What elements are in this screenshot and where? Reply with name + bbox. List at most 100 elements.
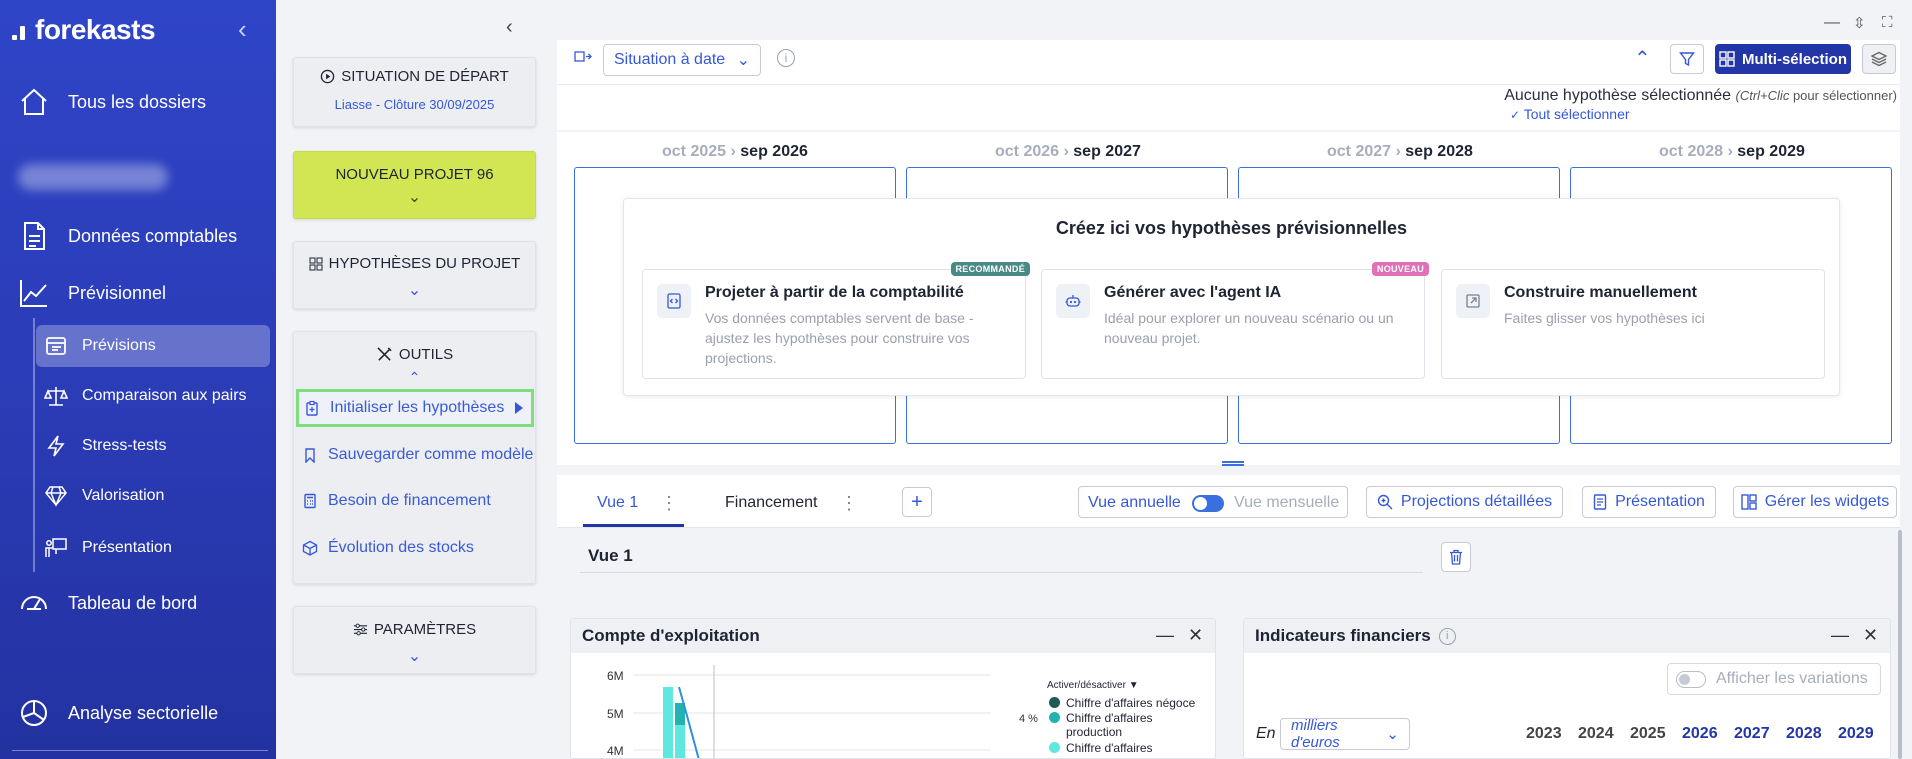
nav-sub-stress-tests[interactable]: Stress-tests <box>36 425 270 467</box>
recommended-badge: RECOMMANDÉ <box>950 262 1030 276</box>
minimize-icon[interactable]: — <box>1824 14 1840 32</box>
presentation-icon <box>45 538 67 557</box>
new-badge: NOUVEAU <box>1371 262 1429 276</box>
check-icon: ✓ <box>1510 108 1521 122</box>
situation-title-row: SITUATION DE DÉPART <box>294 68 535 85</box>
legend-toggle-label[interactable]: Activer/désactiver ▼ <box>1047 680 1139 691</box>
split-icon[interactable]: ⇳ <box>1853 14 1866 32</box>
button-label: Gérer les widgets <box>1764 493 1890 510</box>
panel-toggle-icon[interactable] <box>574 50 592 64</box>
filter-button[interactable] <box>1670 44 1704 74</box>
close-icon[interactable]: ✕ <box>1188 625 1203 646</box>
panel-collapse-icon[interactable]: ‹ <box>506 16 513 39</box>
nav-donnees-comptables[interactable]: Données comptables <box>18 220 237 252</box>
period-label: oct 2026 › sep 2027 <box>995 143 1141 161</box>
tool-evolution-stocks[interactable]: Évolution des stocks <box>302 539 474 557</box>
nav-sub-previsions[interactable]: Prévisions <box>36 325 270 367</box>
home-icon <box>21 88 47 115</box>
scrollbar[interactable] <box>1898 530 1902 759</box>
annual-monthly-toggle: Vue annuelle Vue mensuelle <box>1078 486 1348 518</box>
brand-logo[interactable]: forekasts <box>12 14 156 46</box>
lightning-icon <box>47 435 65 457</box>
sidebar-collapse-icon[interactable]: ‹ <box>238 14 247 45</box>
y-tick-label: 5M <box>607 707 624 721</box>
nav-sub-valorisation[interactable]: Valorisation <box>36 475 270 517</box>
layers-button[interactable] <box>1862 44 1896 74</box>
minimize-icon[interactable]: — <box>1831 625 1849 646</box>
period-from: oct 2025 <box>662 143 727 160</box>
gerer-widgets-button[interactable]: Gérer les widgets <box>1733 486 1897 518</box>
widget-header: Indicateurs financiers i — ✕ <box>1244 619 1890 653</box>
chevron-up-icon[interactable]: ⌃ <box>1634 46 1651 71</box>
presentation-button[interactable]: Présentation <box>1582 486 1716 518</box>
fullscreen-icon[interactable]: ⛶ <box>1882 14 1893 31</box>
legend-item[interactable]: Chiffre d'affaires production <box>1049 711 1209 739</box>
option-construire-manuellement[interactable]: Construire manuellement Faites glisser v… <box>1441 269 1825 379</box>
project-card[interactable]: NOUVEAU PROJET 96 ⌄ <box>293 151 536 219</box>
submenu-guide-line <box>33 318 35 572</box>
nav-sub-presentation[interactable]: Présentation <box>36 527 270 569</box>
sidebar: forekasts ‹ Tous les dossiers Données co… <box>0 0 276 759</box>
minimize-icon[interactable]: — <box>1156 625 1174 646</box>
tool-sauvegarder-modele[interactable]: Sauvegarder comme modèle <box>302 446 533 464</box>
active-tab-indicator <box>583 524 684 527</box>
legend-label: Chiffre d'affaires négoce <box>1066 696 1196 710</box>
project-title: NOUVEAU PROJET 96 <box>335 166 494 183</box>
tool-label: Sauvegarder comme modèle <box>328 446 534 463</box>
chevron-down-icon[interactable]: ⌄ <box>294 187 535 207</box>
delete-view-button[interactable] <box>1441 542 1471 572</box>
more-vertical-icon[interactable]: ⋮ <box>660 493 678 514</box>
widget-compte-exploitation: Compte d'exploitation — ✕ 6M 5M 4M Activ… <box>570 618 1216 759</box>
info-icon[interactable]: i <box>777 49 795 67</box>
chevron-down-icon[interactable]: ⌄ <box>294 646 535 666</box>
monthly-label[interactable]: Vue mensuelle <box>1234 494 1339 512</box>
button-label: Présentation <box>1615 493 1705 510</box>
period-to: sep 2028 <box>1405 143 1473 160</box>
period-label: oct 2027 › sep 2028 <box>1327 143 1473 161</box>
select-all-link[interactable]: ✓ Tout sélectionner <box>1510 106 1630 122</box>
view-title[interactable]: Vue 1 <box>588 546 633 566</box>
variations-switch[interactable] <box>1676 670 1706 688</box>
option-agent-ia[interactable]: Générer avec l'agent IA Idéal pour explo… <box>1041 262 1429 379</box>
info-icon[interactable]: i <box>1438 627 1456 645</box>
close-icon[interactable]: ✕ <box>1863 625 1878 646</box>
play-arrow-icon <box>515 402 523 414</box>
tab-vue-1[interactable]: Vue 1 <box>597 494 638 512</box>
play-circle-icon <box>320 69 335 84</box>
filter-icon <box>1679 52 1695 67</box>
nav-tous-les-dossiers[interactable]: Tous les dossiers <box>18 86 206 118</box>
nav-sub-comparaison[interactable]: Comparaison aux pairs <box>36 375 270 417</box>
annual-label[interactable]: Vue annuelle <box>1088 494 1181 512</box>
period-to: sep 2029 <box>1737 143 1805 160</box>
option-projeter-comptabilite[interactable]: Projeter à partir de la comptabilité Vos… <box>642 262 1030 379</box>
params-card[interactable]: PARAMÈTRES ⌄ <box>293 606 536 674</box>
tool-label: Besoin de financement <box>328 492 491 509</box>
chevron-up-icon[interactable]: ⌃ <box>294 369 535 386</box>
resize-handle[interactable] <box>1222 461 1244 466</box>
nav-label: Tous les dossiers <box>68 91 207 112</box>
view-period-switch[interactable] <box>1192 495 1224 512</box>
tool-besoin-financement[interactable]: Besoin de financement <box>302 492 491 510</box>
period-from: oct 2026 <box>995 143 1060 160</box>
add-view-button[interactable]: + <box>902 487 932 517</box>
legend-item[interactable]: Chiffre d'affaires négoce <box>1049 696 1195 710</box>
chevron-down-icon[interactable]: ⌄ <box>294 280 535 300</box>
legend-item[interactable]: Chiffre d'affaires <box>1049 741 1153 755</box>
projections-detaillees-button[interactable]: Projections détaillées <box>1366 486 1563 518</box>
nav-label: Prévisionnel <box>68 282 167 303</box>
nav-previsionnel[interactable]: Prévisionnel <box>18 277 166 309</box>
situation-card[interactable]: SITUATION DE DÉPART Liasse - Clôture 30/… <box>293 57 536 127</box>
more-vertical-icon[interactable]: ⋮ <box>840 493 858 514</box>
nav-tableau-de-bord[interactable]: Tableau de bord <box>18 587 197 619</box>
hypotheses-card[interactable]: HYPOTHÈSES DU PROJET ⌄ <box>293 241 536 309</box>
multi-selection-button[interactable]: Multi-sélection <box>1715 44 1851 74</box>
period-to: sep 2026 <box>740 143 808 160</box>
unit-select[interactable]: milliers d'euros ⌄ <box>1280 717 1410 751</box>
blurred-company-name <box>18 164 168 190</box>
show-variations-toggle[interactable]: Afficher les variations <box>1667 663 1881 695</box>
tab-financement[interactable]: Financement <box>725 494 818 512</box>
tool-initialiser-hypotheses[interactable]: Initialiser les hypothèses <box>296 389 534 427</box>
nav-analyse-sectorielle[interactable]: Analyse sectorielle <box>18 697 218 729</box>
create-title: Créez ici vos hypothèses prévisionnelles <box>1055 218 1408 238</box>
view-select[interactable]: Situation à date ⌄ <box>603 44 761 76</box>
